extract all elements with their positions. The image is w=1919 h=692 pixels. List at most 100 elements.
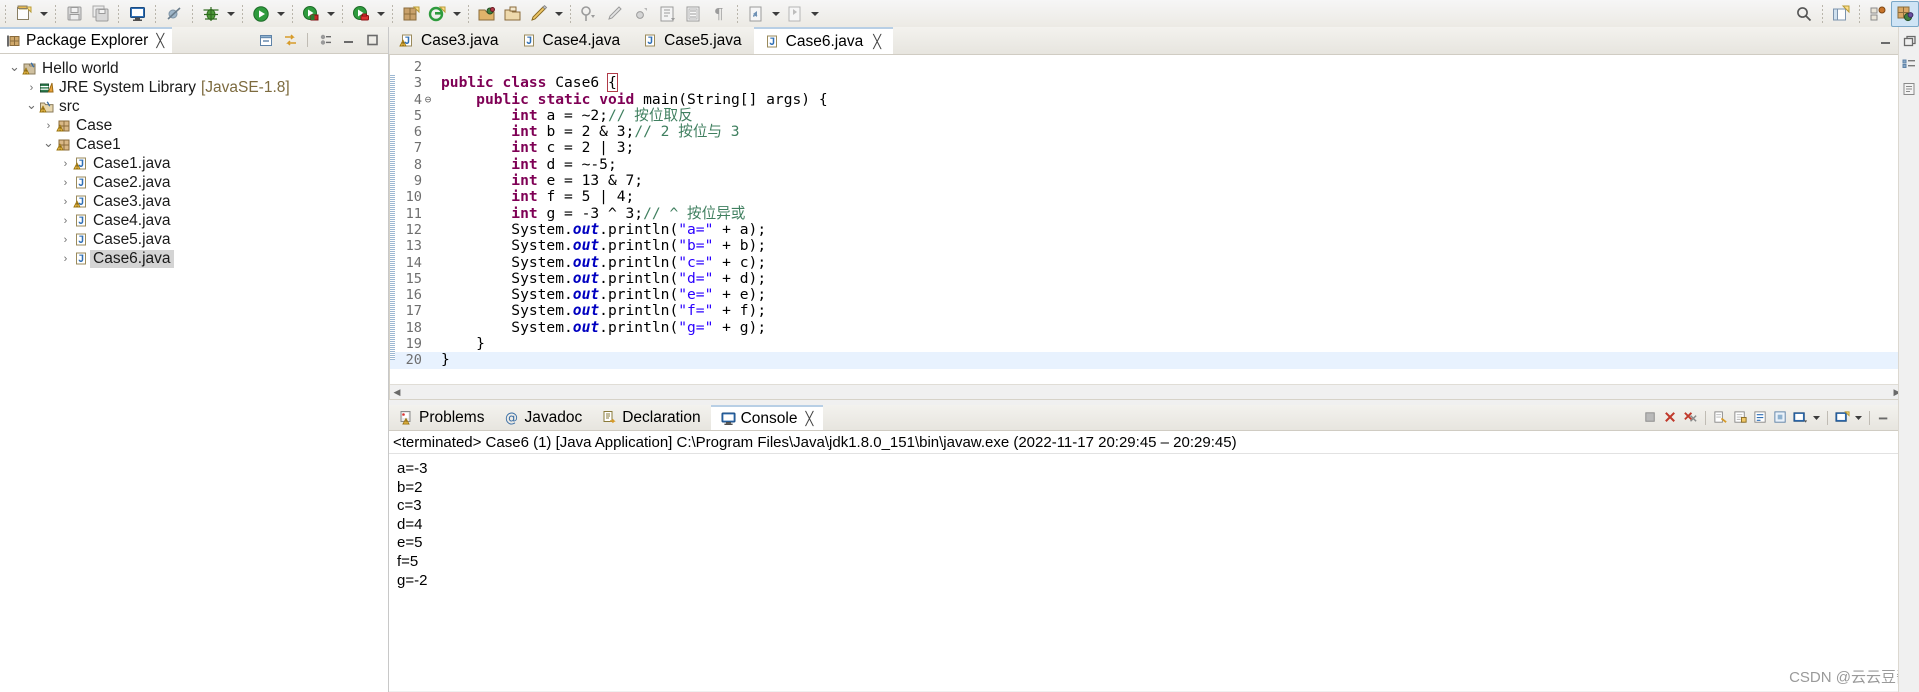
next-annotation-icon[interactable] [576,2,602,26]
chevron-down-icon[interactable]: ⌄ [42,133,55,156]
save-all-icon[interactable] [87,2,113,26]
new-java-project-icon[interactable] [398,2,424,26]
previous-annotation-icon[interactable] [602,2,628,26]
tree-item-case5-java[interactable]: › Case5.java [0,230,388,249]
console-tab-declaration[interactable]: Declaration [592,405,710,430]
tree-item-case[interactable]: › Case [0,116,388,135]
tree-item-case6-java[interactable]: › Case6.java [0,249,388,268]
fold-collapse-icon[interactable]: ⊖ [423,92,433,108]
code-line[interactable]: 13 System.out.println("b=" + b); [390,238,1918,255]
clear-console-icon[interactable] [1711,407,1730,428]
chevron-right-icon[interactable]: › [59,154,72,173]
code-line[interactable]: 10 int f = 5 | 4; [390,189,1918,206]
search-declaration-icon[interactable] [526,2,552,26]
tree-item-src[interactable]: ⌄ src [0,97,388,116]
back-dropdown-arrow[interactable] [769,2,782,26]
editor-horizontal-scrollbar[interactable]: ◀ ▶ [390,384,1918,399]
debug-icon[interactable] [198,2,224,26]
view-menu-icon[interactable] [314,29,336,51]
coverage-icon[interactable] [298,2,324,26]
code-lines[interactable]: 2 3 public class Case6 {4 ⊖ public static v… [390,55,1918,399]
java-editor[interactable]: 2 3 public class Case6 {4 ⊖ public static v… [389,55,1919,400]
chevron-right-icon[interactable]: › [59,249,72,268]
java-ee-perspective-icon[interactable] [1865,2,1891,26]
close-icon[interactable]: ╳ [873,34,881,50]
code-line[interactable]: 19 } [390,335,1918,352]
code-line[interactable]: 2 [390,59,1918,75]
chevron-right-icon[interactable]: › [59,230,72,249]
new-java-class-icon[interactable] [424,2,450,26]
console-output[interactable]: a=-3 b=2 c=3 d=4 e=5 f=5 g=-2 CSDN @云云豆酱 [389,453,1919,691]
console-tab-problems[interactable]: Problems [389,405,494,430]
minimize-console-icon[interactable] [1875,407,1894,428]
code-line[interactable]: 8 int d = ~-5; [390,156,1918,173]
tree-item-hello-world[interactable]: ⌄ Hello world [0,59,388,78]
toggle-mark-occurrences-icon[interactable] [654,2,680,26]
save-icon[interactable] [61,2,87,26]
chevron-right-icon[interactable]: › [59,192,72,211]
code-line[interactable]: 4 ⊖ public static void main(String[] args… [390,91,1918,108]
word-wrap-icon[interactable] [1751,407,1770,428]
tree-item-case3-java[interactable]: › Case3.java [0,192,388,211]
remove-all-terminated-icon[interactable] [1681,407,1700,428]
tree-item-case4-java[interactable]: › Case4.java [0,211,388,230]
last-edit-location-icon[interactable] [628,2,654,26]
code-line[interactable]: 9 int e = 13 & 7; [390,172,1918,189]
open-perspective-icon[interactable] [1828,2,1854,26]
display-selected-console-icon[interactable] [1791,407,1810,428]
code-line[interactable]: 11 int g = -3 ^ 3;// ^ 按位异或 [390,205,1918,222]
tree-item-case2-java[interactable]: › Case2.java [0,173,388,192]
code-line[interactable]: 12 System.out.println("a=" + a); [390,221,1918,238]
run-external-tools-icon[interactable] [348,2,374,26]
show-whitespace-icon[interactable] [680,2,706,26]
tree-item-jre-system-library[interactable]: › JRE System Library [JavaSE-1.8] [0,78,388,97]
forward-dropdown-arrow[interactable] [808,2,821,26]
quick-access-search-icon[interactable] [1791,2,1817,26]
new-java-class-dropdown-arrow[interactable] [450,2,463,26]
run-external-dropdown-arrow[interactable] [374,2,387,26]
tab-package-explorer[interactable]: Package Explorer ╳ [0,27,173,53]
chevron-down-icon[interactable]: ⌄ [8,57,21,80]
code-line[interactable]: 17 System.out.println("f=" + f); [390,303,1918,320]
new-icon[interactable] [11,2,37,26]
maximize-view-icon[interactable] [362,29,384,51]
code-line[interactable]: 3 public class Case6 { [390,73,1918,93]
skip-breakpoints-icon[interactable] [161,2,187,26]
tree-item-case1[interactable]: ⌄ Case1 [0,135,388,154]
editor-tab-case3-java[interactable]: Case3.java [389,27,511,54]
code-line[interactable]: 5 int a = ~2;// 按位取反 [390,107,1918,124]
open-console-dropdown-arrow[interactable] [1853,407,1864,428]
scroll-lock-icon[interactable] [1731,407,1750,428]
code-line[interactable]: 16 System.out.println("e=" + e); [390,287,1918,304]
close-icon[interactable]: ╳ [156,33,164,49]
run-icon[interactable] [248,2,274,26]
minimize-editor-icon[interactable] [1879,34,1893,48]
editor-tab-case6-java[interactable]: Case6.java ╳ [753,27,894,54]
tree-item-case1-java[interactable]: › Case1.java [0,154,388,173]
editor-tab-case5-java[interactable]: Case5.java [632,27,754,54]
minimize-view-icon[interactable] [338,29,360,51]
link-with-editor-icon[interactable] [279,29,301,51]
search-dropdown-arrow[interactable] [552,2,565,26]
restore-icon[interactable] [1899,31,1919,51]
chevron-down-icon[interactable]: ⌄ [25,95,38,118]
terminate-icon[interactable] [1641,407,1660,428]
remove-launch-icon[interactable] [1661,407,1680,428]
run-dropdown-arrow[interactable] [274,2,287,26]
back-icon[interactable] [743,2,769,26]
code-line[interactable]: 14 System.out.println("c=" + c); [390,254,1918,271]
outline-view-icon[interactable] [1899,55,1919,75]
code-line[interactable]: 20} [390,352,1918,369]
code-line[interactable]: 15 System.out.println("d=" + d); [390,270,1918,287]
new-dropdown-arrow[interactable] [37,2,50,26]
open-type-icon[interactable] [474,2,500,26]
open-console-icon[interactable] [1833,407,1852,428]
debug-dropdown-arrow[interactable] [224,2,237,26]
scroll-left-icon[interactable]: ◀ [390,385,404,399]
new-java-console-icon[interactable] [124,2,150,26]
console-tab-javadoc[interactable]: @ Javadoc [494,405,592,430]
chevron-right-icon[interactable]: › [59,211,72,230]
collapse-all-icon[interactable] [255,29,277,51]
code-line[interactable]: 7 int c = 2 | 3; [390,140,1918,157]
code-line[interactable]: 18 System.out.println("g=" + g); [390,319,1918,336]
